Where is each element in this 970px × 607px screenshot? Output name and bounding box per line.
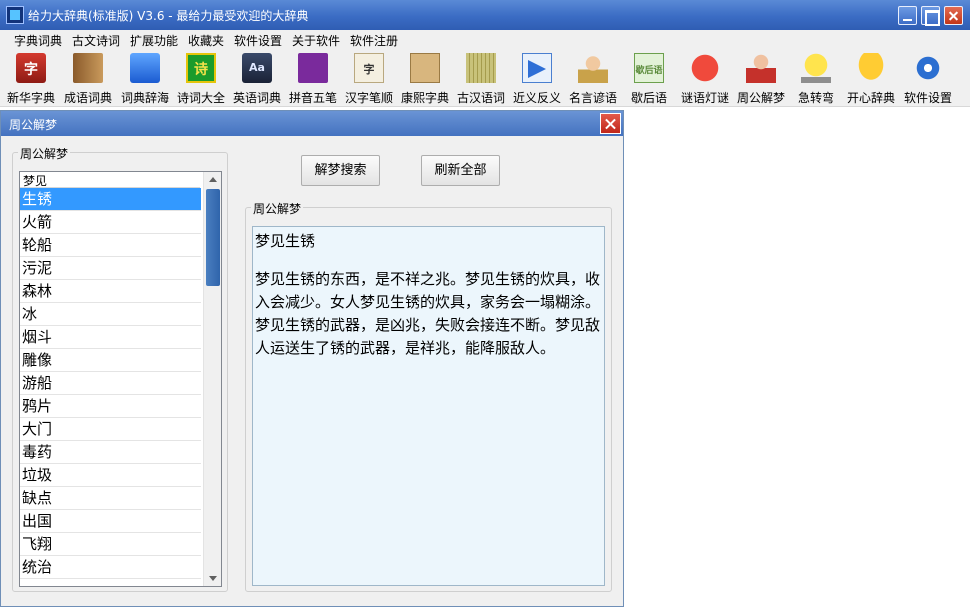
app-logo-icon (6, 6, 24, 24)
list-item[interactable]: 雕像 (20, 349, 201, 372)
tool-quotes[interactable]: 名言谚语 (565, 51, 621, 105)
tool-brain-teasers[interactable]: 急转弯 (789, 51, 843, 105)
list-item[interactable]: 游船 (20, 372, 201, 395)
dream-list[interactable]: 梦见 生锈 火箭 轮船 污泥 森林冰烟斗 雕像 游船 鸦片 大门 毒药 垃圾 缺点 出国 飞翔 统治 (19, 171, 222, 587)
list-item[interactable]: 生锈 (20, 188, 201, 211)
dream-result-text-area[interactable]: 梦见生锈 梦见生锈的东西，是不祥之兆。梦见生锈的炊具，收入会减少。女人梦见生锈的… (252, 226, 605, 586)
dream-list-group-title: 周公解梦 (18, 145, 71, 162)
menu-classical-poetry[interactable]: 古文诗词 (72, 32, 120, 49)
dream-list-header: 梦见 (20, 172, 200, 188)
list-item[interactable]: 垃圾 (20, 464, 201, 487)
cup-icon (856, 53, 886, 83)
menu-extensions[interactable]: 扩展功能 (130, 32, 178, 49)
menu-about[interactable]: 关于软件 (292, 32, 340, 49)
tool-stroke-order[interactable]: 字 汉字笔顺 (341, 51, 397, 105)
list-item[interactable]: 鸦片 (20, 395, 201, 418)
tool-dream-interpretation[interactable]: 周公解梦 (733, 51, 789, 105)
list-item[interactable]: 统治 (20, 556, 201, 579)
list-item[interactable]: 污泥 (20, 257, 201, 280)
list-item[interactable]: 火箭 (20, 211, 201, 234)
dream-window: 周公解梦 周公解梦 梦见 生锈 火箭 轮船 污泥 森林冰烟斗 雕像 游船 鸦片 大门 毒药 垃圾 缺点… (0, 110, 624, 607)
scroll-thumb[interactable] (206, 189, 220, 286)
toolbar: 字 新华字典 成语词典 词典辞海 诗 诗词大全 Aa 英语词典 拼音五笔 字 汉… (0, 49, 970, 107)
kangxi-dictionary-icon (410, 53, 440, 83)
window-title: 给力大辞典(标准版) V3.6 - 最给力最受欢迎的大辞典 (28, 9, 309, 23)
english-dictionary-icon: Aa (242, 53, 272, 83)
dream-result-heading: 梦见生锈 (255, 232, 316, 250)
tool-kangxi-dictionary[interactable]: 康熙字典 (397, 51, 453, 105)
list-item[interactable]: 毒药 (20, 441, 201, 464)
pinyin-wubi-icon (298, 53, 328, 83)
tool-synonyms[interactable]: 近义反义 (509, 51, 565, 105)
idiom-book-icon (73, 53, 103, 83)
refresh-all-button[interactable]: 刷新全部 (421, 155, 500, 186)
dream-list-items: 生锈 火箭 轮船 污泥 森林冰烟斗 雕像 游船 鸦片 大门 毒药 垃圾 缺点 出国 飞翔 统治 (20, 188, 201, 579)
list-item[interactable]: 缺点 (20, 487, 201, 510)
lantern-icon (690, 53, 720, 83)
gear-icon (913, 53, 943, 83)
tool-pinyin-wubi[interactable]: 拼音五笔 (285, 51, 341, 105)
stroke-order-icon: 字 (354, 53, 384, 83)
menu-register[interactable]: 软件注册 (350, 32, 398, 49)
tool-software-settings[interactable]: 软件设置 (900, 51, 956, 105)
dream-list-scrollbar[interactable] (203, 172, 221, 586)
list-item[interactable]: 大门 (20, 418, 201, 441)
dream-result-body: 梦见生锈的东西，是不祥之兆。梦见生锈的炊具，收入会减少。女人梦见生锈的炊具，家务… (255, 270, 601, 357)
tool-poems[interactable]: 诗 诗词大全 (173, 51, 229, 105)
dream-search-button[interactable]: 解梦搜索 (301, 155, 380, 186)
tool-riddles[interactable]: 谜语灯谜 (677, 51, 733, 105)
list-item[interactable]: 轮船 (20, 234, 201, 257)
tool-classical-chinese[interactable]: 古汉语词 (453, 51, 509, 105)
title-bar[interactable]: 给力大辞典(标准版) V3.6 - 最给力最受欢迎的大辞典 (0, 0, 970, 30)
dream-window-title-bar[interactable]: 周公解梦 (1, 111, 623, 136)
menu-settings[interactable]: 软件设置 (234, 32, 282, 49)
poem-icon: 诗 (186, 53, 216, 83)
scroll-up-arrow-icon[interactable] (205, 172, 221, 188)
dream-result-group-title: 周公解梦 (251, 200, 304, 217)
maximize-button[interactable] (921, 6, 940, 26)
list-item[interactable]: 出国 (20, 510, 201, 533)
tool-word-dictionary[interactable]: 词典辞海 (117, 51, 173, 105)
scroll-down-arrow-icon[interactable] (205, 570, 221, 586)
minimize-button[interactable] (898, 6, 917, 25)
quotes-icon (578, 53, 608, 83)
list-item[interactable]: 烟斗 (20, 326, 201, 349)
xiehouyu-icon: 歇后语 (634, 53, 664, 83)
bamboo-scroll-icon (466, 53, 496, 83)
list-item[interactable]: 森林 (20, 280, 201, 303)
dream-window-close-button[interactable] (600, 113, 621, 134)
menu-favorites[interactable]: 收藏夹 (188, 32, 224, 49)
menu-dictionary[interactable]: 字典词典 (14, 32, 62, 49)
list-item[interactable]: 冰 (20, 303, 201, 326)
word-book-icon (130, 53, 160, 83)
tool-happy-dictionary[interactable]: 开心辞典 (843, 51, 899, 105)
tool-idiom-dictionary[interactable]: 成语词典 (60, 51, 116, 105)
zhougong-icon (746, 53, 776, 83)
tool-xinhua-dictionary[interactable]: 字 新华字典 (4, 51, 58, 105)
dictionary-char-icon: 字 (16, 53, 46, 83)
tool-xiehouyu[interactable]: 歇后语 歇后语 (621, 51, 677, 105)
close-button[interactable] (944, 6, 963, 25)
dream-window-title: 周公解梦 (9, 118, 58, 132)
list-item[interactable]: 飞翔 (20, 533, 201, 556)
synonym-icon (522, 53, 552, 83)
menu-bar: 字典词典 古文诗词 扩展功能 收藏夹 软件设置 关于软件 软件注册 (0, 30, 970, 49)
lightbulb-icon (801, 53, 831, 83)
app-window: 给力大辞典(标准版) V3.6 - 最给力最受欢迎的大辞典 字典词典 古文诗词 … (0, 0, 970, 607)
tool-english-dictionary[interactable]: Aa 英语词典 (229, 51, 285, 105)
